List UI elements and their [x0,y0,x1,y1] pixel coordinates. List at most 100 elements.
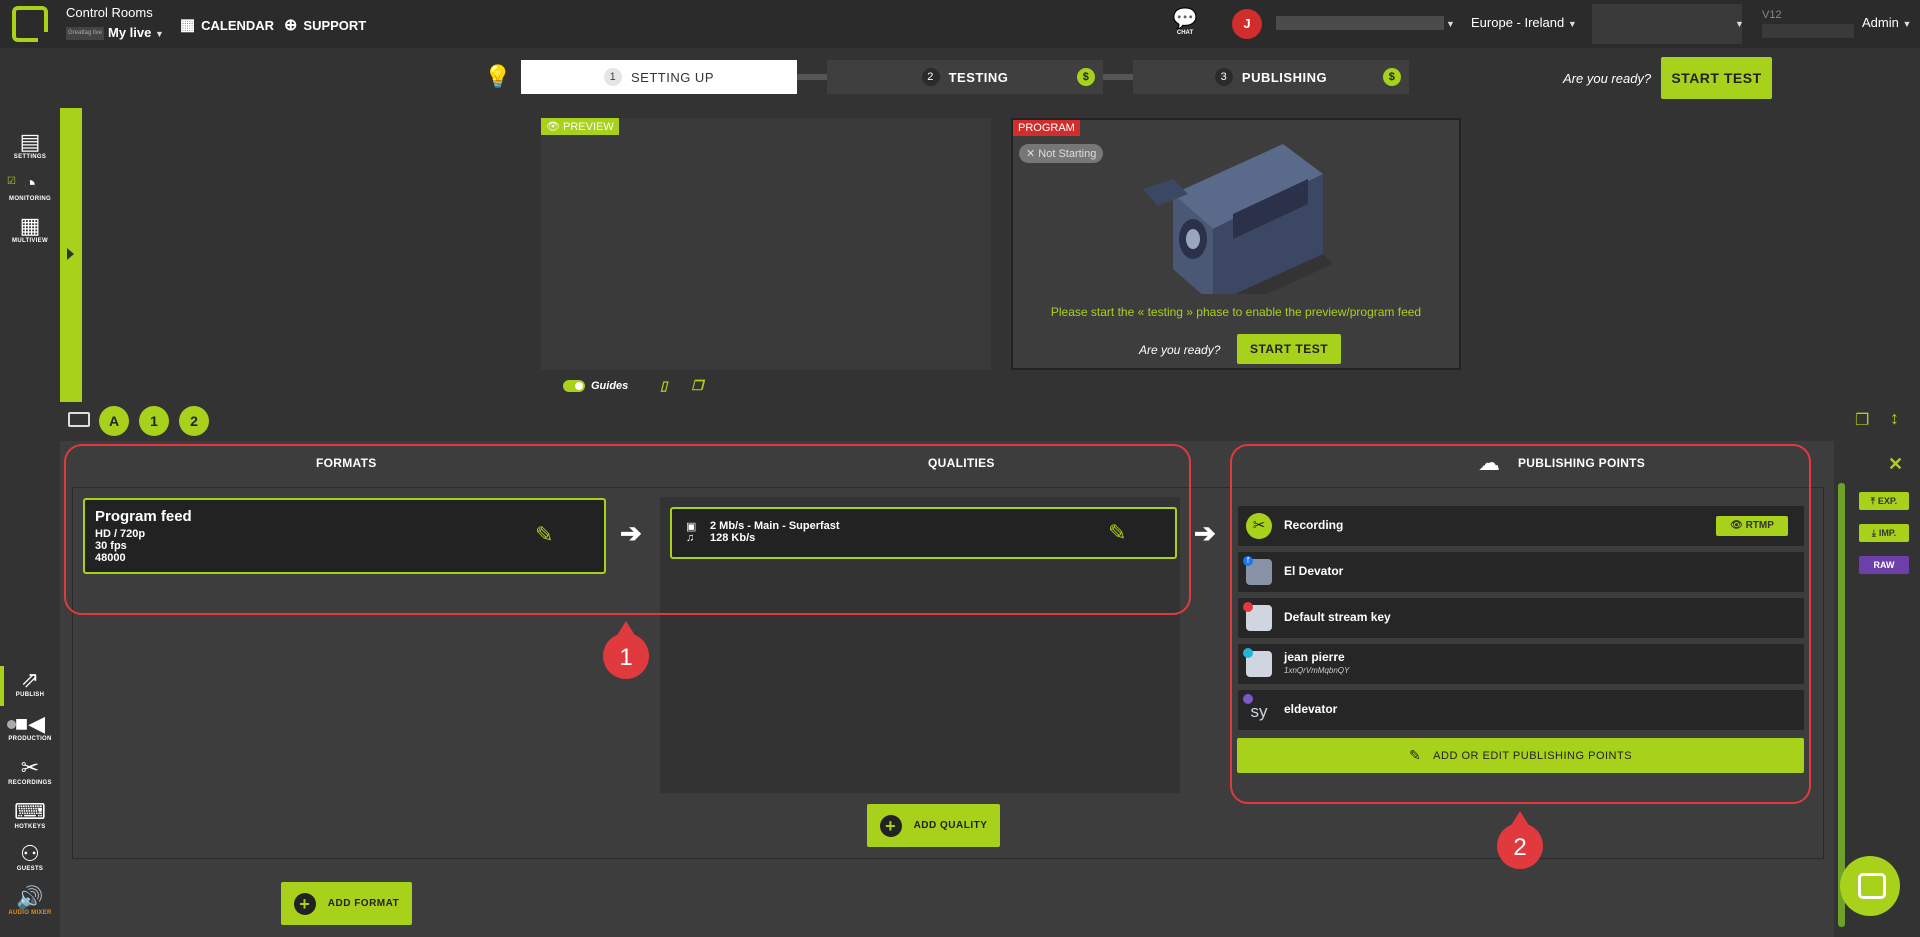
collapse-panel-toggle[interactable] [60,108,82,402]
rail-guests[interactable]: ⚇ GUESTS [0,841,60,873]
checkbox-icon[interactable]: ☑ [7,176,16,187]
annotation-pin-1: 1 [603,621,649,679]
publish-icon: ⇗ [20,667,40,692]
hotkey-2-button[interactable]: 2 [179,406,209,436]
step-number: 3 [1214,68,1233,86]
status-badge: ✕ Not Starting [1019,144,1104,163]
program-monitor: PROGRAM ✕ Not Starting Please start the … [1011,118,1461,370]
add-format-button[interactable]: + ADD FORMAT [281,882,412,925]
calendar-icon: ▦ [180,17,196,34]
program-message: Please start the « testing » phase to en… [1050,305,1422,319]
scrollbar[interactable] [1838,483,1845,927]
keyboard-icon: ⌨ [14,799,46,824]
rail-settings[interactable]: ▤ SETTINGS [0,129,60,161]
rail-hotkeys[interactable]: ⌨ HOTKEYS [0,799,60,831]
export-icon: ⤒ [1870,495,1875,506]
rail-recordings[interactable]: ✂ RECORDINGS [0,755,60,787]
nav-calendar[interactable]: ▦ CALENDAR [180,15,274,35]
lightbulb-icon[interactable]: 💡 [484,64,511,90]
export-button[interactable]: ⤒ EXP. [1859,492,1909,510]
rail-label: SETTINGS [13,154,47,160]
redacted-version-detail [1762,24,1854,38]
nav-support[interactable]: ⊕ SUPPORT [284,15,366,35]
annotation-pin-2: 2 [1497,811,1543,869]
status-label: Not Starting [1038,148,1097,160]
redacted-account [1276,16,1444,30]
windows-icon[interactable]: ❐ [691,378,703,394]
arrow-right-icon: ➔ [1194,518,1216,548]
hotkey-a-button[interactable]: A [99,406,129,436]
lifebuoy-icon: ⊕ [284,17,298,34]
step-number: 2 [921,68,940,86]
chat-button[interactable]: 💬 CHAT [1170,8,1200,36]
resize-vertical-icon[interactable]: ↕ [1890,408,1899,429]
ready-question: Are you ready? [1563,71,1652,86]
eye-icon: 👁 [546,121,560,133]
highlight-publishing-points [1230,444,1811,804]
import-button[interactable]: ⤓ IMP. [1859,524,1909,542]
region-selector[interactable]: Europe - Ireland ▼ [1471,15,1577,30]
add-format-label: ADD FORMAT [327,898,400,909]
windows-icon[interactable]: ❐ [1855,410,1869,430]
rail-audio-mixer[interactable]: 🔊 AUDIO MIXER [0,886,60,917]
app-logo[interactable] [12,6,50,44]
step-publishing[interactable]: 3 PUBLISHING $ [1133,60,1409,94]
live-name: My live [108,25,152,40]
add-quality-button[interactable]: + ADD QUALITY [867,804,1000,847]
rail-label: MONITORING [9,196,51,202]
guides-label: Guides [591,380,629,392]
hotkey-1-button[interactable]: 1 [139,406,169,436]
app-title: Control Rooms [66,5,153,20]
rail-publish[interactable]: ⇗ PUBLISH [0,667,60,699]
highlight-formats-qualities [64,444,1191,615]
org-chevron-icon[interactable]: ▼ [1735,19,1744,29]
program-start-test-button[interactable]: START TEST [1237,334,1341,364]
start-test-button[interactable]: START TEST [1661,57,1772,99]
step-connector [1103,74,1133,80]
import-icon: ⤓ [1871,527,1876,538]
role-label: Admin [1862,15,1899,30]
top-bar: Control Rooms Greattag live My live ▼ ▦ … [0,0,1920,48]
chat-launcher-icon[interactable] [1840,856,1900,916]
plus-icon: + [879,814,902,837]
live-selector[interactable]: My live ▼ [108,25,164,40]
rail-label: GUESTS [16,866,44,872]
chevron-down-icon: ▼ [1902,19,1912,29]
rail-label: PRODUCTION [8,736,52,742]
scissors-icon: ✂ [20,755,40,780]
guests-icon: ⚇ [20,841,40,866]
raw-button[interactable]: RAW [1859,556,1909,574]
chevron-down-icon: ▼ [154,29,164,39]
step-label: PUBLISHING [1241,69,1328,85]
step-label: SETTING UP [630,69,714,85]
video-camera-illustration [1143,144,1333,294]
close-icon[interactable]: ✕ [1888,454,1903,475]
preview-tag: 👁 PREVIEW [541,118,619,135]
mobile-icon[interactable]: ▯ [660,378,667,394]
dollar-icon: $ [1077,68,1095,86]
rail-multiview[interactable]: ▦ MULTIVIEW [0,213,60,245]
role-selector[interactable]: Admin ▼ [1862,15,1911,30]
guides-toggle[interactable] [563,380,585,392]
settings-icon: ▤ [19,129,41,154]
region-label: Europe - Ireland [1471,15,1565,30]
step-connector [797,74,827,80]
close-icon: ✕ [1026,148,1036,160]
rail-label: RECORDINGS [8,780,52,786]
account-chevron-icon[interactable]: ▼ [1446,19,1455,29]
import-label: IMP. [1878,528,1897,538]
chat-icon: 💬 [1172,8,1198,30]
brand-logo: Greattag live [66,27,104,40]
chat-label: CHAT [1176,30,1194,36]
nav-support-label: SUPPORT [303,17,367,33]
keyboard-icon[interactable] [68,412,90,427]
step-number: 1 [603,68,622,86]
grid-icon: ▦ [19,213,41,238]
add-quality-label: ADD QUALITY [913,820,988,831]
rail-label: MULTIVIEW [12,238,48,244]
program-tag: PROGRAM [1013,120,1080,136]
step-testing[interactable]: 2 TESTING $ [827,60,1103,94]
step-setting-up[interactable]: 1 SETTING UP [521,60,797,94]
rail-label: PUBLISH [15,692,45,698]
user-avatar[interactable]: J [1232,9,1262,39]
